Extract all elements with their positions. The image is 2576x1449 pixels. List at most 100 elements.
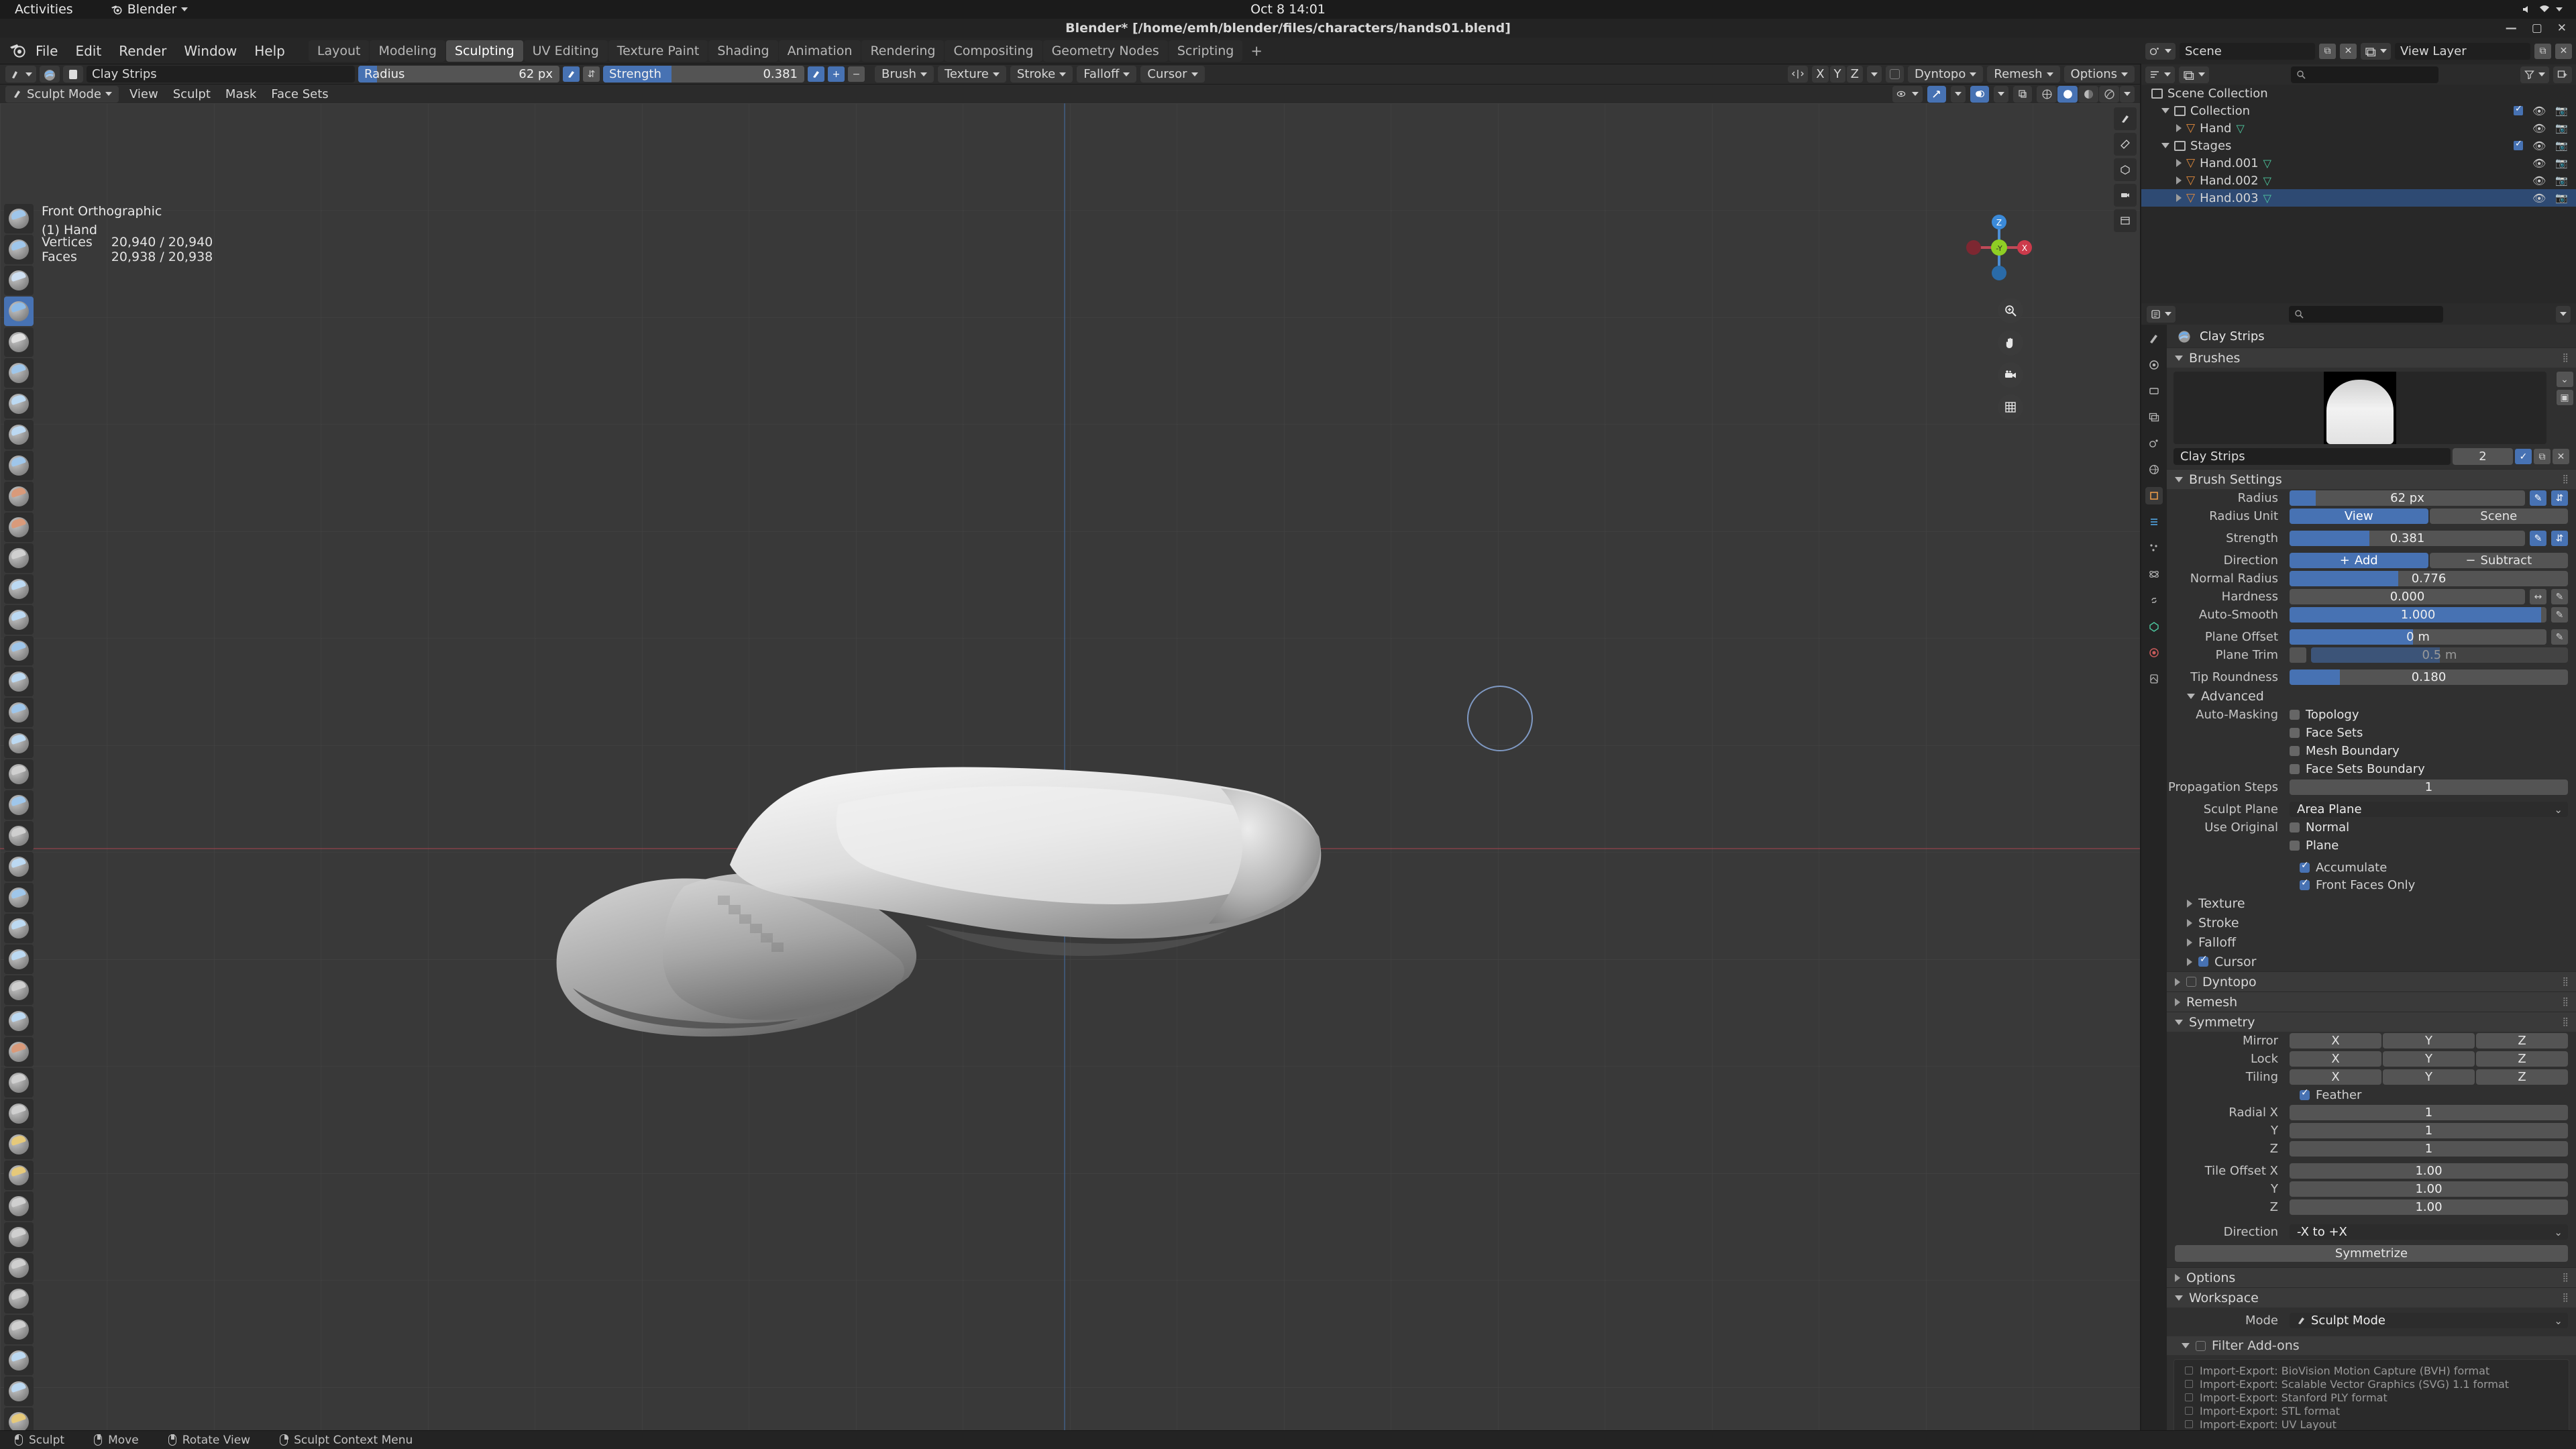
viewport-menu-sculpt[interactable]: Sculpt <box>166 85 217 103</box>
shading-mode-group[interactable] <box>2037 85 2135 103</box>
radius-pressure-icon[interactable]: ✎ <box>2530 490 2546 506</box>
disclosure-closed-icon[interactable] <box>2187 918 2192 927</box>
outliner-row[interactable]: Scene Collection <box>2141 85 2576 102</box>
properties-search-input[interactable] <box>2288 305 2443 323</box>
automask-face-sets-boundary-row[interactable]: Face Sets Boundary <box>2167 760 2576 778</box>
window-controls[interactable]: — ▢ ✕ <box>2506 21 2567 35</box>
subsection-cursor[interactable]: Cursor <box>2167 952 2576 971</box>
new-scene-icon[interactable]: ⧉ <box>2319 43 2336 59</box>
toolsettings-menu-cursor[interactable]: Cursor <box>1140 66 1205 83</box>
tab-particles[interactable] <box>2145 539 2163 557</box>
checkbox-icon[interactable] <box>2300 877 2310 890</box>
symmetry-axis-x[interactable]: X <box>1812 66 1829 83</box>
symmetry-radial-field[interactable]: 1 <box>2290 1123 2568 1138</box>
rendered-shading-button[interactable] <box>2099 85 2119 103</box>
outliner-new-collection-icon[interactable] <box>2553 66 2572 83</box>
symmetry-tiling-axis-x[interactable]: X <box>2290 1069 2381 1085</box>
checkbox-icon[interactable] <box>2290 841 2300 851</box>
outliner-display-mode[interactable] <box>2179 66 2209 83</box>
unlink-brush-icon[interactable]: ✕ <box>2553 449 2569 464</box>
gizmo-dropdown[interactable] <box>1951 85 1966 103</box>
disclosure-closed-icon[interactable] <box>2175 977 2180 986</box>
tool-scrape-brush[interactable] <box>4 574 34 604</box>
checkbox-wrap[interactable]: Plane <box>2290 839 2568 853</box>
checkbox-icon[interactable] <box>2290 728 2300 738</box>
tool-pinch-brush[interactable] <box>4 636 34 665</box>
delete-scene-icon[interactable]: ✕ <box>2340 43 2357 59</box>
symmetry-chevron[interactable] <box>1866 66 1882 83</box>
outliner-row[interactable]: Stages👁📷 <box>2141 137 2576 154</box>
panel-filter-addons-header[interactable]: Filter Add-ons <box>2167 1336 2576 1355</box>
outliner-tree[interactable]: Scene CollectionCollection👁📷▽Hand▽👁📷Stag… <box>2141 85 2576 303</box>
tab-scene[interactable] <box>2145 435 2163 452</box>
tool-clay-thumb-brush[interactable] <box>4 327 34 357</box>
subsection-stroke[interactable]: Stroke <box>2167 913 2576 932</box>
tool-draw-face-sets-brush[interactable] <box>4 1037 34 1067</box>
workspace-tab-modeling[interactable]: Modeling <box>370 40 445 62</box>
close-icon[interactable]: ✕ <box>2557 21 2567 35</box>
brush-radius_unit-option-view[interactable]: View <box>2290 508 2428 524</box>
disclosure-closed-icon[interactable] <box>2187 957 2192 966</box>
xray-toggle[interactable] <box>2013 85 2032 103</box>
symmetry-lock-row[interactable]: Lock X Y Z <box>2167 1050 2576 1068</box>
symmetry-tileoffset-field[interactable]: 1.00 <box>2290 1181 2568 1197</box>
panel-options-header[interactable]: Options ⣿ <box>2167 1267 2576 1287</box>
viewport-nav-buttons[interactable] <box>1998 298 2023 420</box>
annotate-icon[interactable] <box>2114 107 2137 130</box>
outliner-row-icons[interactable]: 👁📷 <box>2532 122 2576 135</box>
brush-hardness-row[interactable]: Hardness 0.000 ↔ ✎ <box>2167 588 2576 606</box>
camera-render-icon[interactable]: 📷 <box>2555 105 2568 117</box>
symmetry-tiling-axis-y[interactable]: Y <box>2383 1069 2475 1085</box>
symmetry-tileoffset-y-row[interactable]: Y 1.00 <box>2167 1180 2576 1198</box>
workspace-tabs[interactable]: Layout Modeling Sculpting UV Editing Texture… <box>308 40 1270 62</box>
tab-object-data[interactable] <box>2145 618 2163 635</box>
brush-normal_radius-slider[interactable]: 0.776 <box>2290 571 2568 586</box>
checkbox-icon[interactable] <box>2300 1087 2310 1100</box>
tab-tool[interactable] <box>2145 330 2163 347</box>
overlays-toggle[interactable] <box>1970 85 1989 103</box>
addon-row[interactable]: Import-Export: BioVision Motion Capture … <box>2174 1364 2569 1377</box>
brush-plane_trim-row[interactable]: Plane Trim 0.5 m <box>2167 646 2576 664</box>
panel-workspace-header[interactable]: Workspace ⣿ <box>2167 1287 2576 1307</box>
tool-slide-relax-brush[interactable] <box>4 883 34 912</box>
blender-logo-icon[interactable] <box>9 42 27 60</box>
tool-fill-brush[interactable] <box>4 543 34 573</box>
tool-box-hide-tool[interactable] <box>4 1222 34 1252</box>
brush-users-count[interactable]: 2 <box>2453 448 2513 465</box>
subsection-falloff[interactable]: Falloff <box>2167 932 2576 952</box>
addon-checkbox-icon[interactable] <box>2185 1420 2193 1428</box>
front-faces-only-row[interactable]: Front Faces Only <box>2167 876 2576 894</box>
hand-mesh-object[interactable] <box>550 764 1328 1053</box>
zoom-icon[interactable] <box>1998 298 2023 323</box>
brush-direction-row[interactable]: Direction + Add − Subtract <box>2167 551 2576 570</box>
topbar-menus[interactable]: File Edit Render Window Help <box>27 42 294 60</box>
workspace-tab-uv-editing[interactable]: UV Editing <box>523 40 608 62</box>
symmetry-mirror-axes[interactable]: XYZ <box>2290 1033 2568 1049</box>
collapsed-panels[interactable]: Dyntopo ⣿ Remesh ⣿ <box>2167 971 2576 1012</box>
active-brush-row[interactable]: Clay Strips <box>2167 325 2576 347</box>
tool-draw-sharp-brush[interactable] <box>4 235 34 264</box>
symmetry-radial-radial-x-row[interactable]: Radial X 1 <box>2167 1104 2576 1122</box>
disclosure-closed-icon[interactable] <box>2176 159 2182 167</box>
workspace-mode-row[interactable]: Mode Sculpt Mode ⌄ <box>2167 1311 2576 1330</box>
toolsettings-menu-stroke[interactable]: Stroke <box>1010 66 1073 83</box>
minimize-icon[interactable]: — <box>2506 21 2517 35</box>
add-primitive-icon[interactable] <box>2114 158 2137 181</box>
tool-multires-displacement-eraser[interactable] <box>4 1068 34 1097</box>
viewport-menu-mask[interactable]: Mask <box>219 85 263 103</box>
eye-icon[interactable]: 👁 <box>2532 174 2546 187</box>
menu-render[interactable]: Render <box>110 42 175 60</box>
tool-thumb-brush[interactable] <box>4 759 34 789</box>
workspace-tab-animation[interactable]: Animation <box>778 40 861 62</box>
symmetry-radial-z-row[interactable]: Z1 <box>2167 1140 2576 1158</box>
symmetry-tiling-axes[interactable]: XYZ <box>2290 1069 2568 1085</box>
brush-auto_smooth-slider[interactable]: 1.000 <box>2290 607 2546 623</box>
eye-icon[interactable]: 👁 <box>2532 140 2546 152</box>
wireframe-shading-button[interactable] <box>2037 85 2057 103</box>
outliner-row-icons[interactable]: 👁📷 <box>2514 104 2576 117</box>
checkbox-wrap[interactable]: Topology <box>2290 708 2568 722</box>
outliner-row[interactable]: ▽ Hand.003 ▽ 👁 📷 <box>2141 189 2576 207</box>
tool-box-trim-tool[interactable] <box>4 1284 34 1313</box>
addon-row[interactable]: Import-Export: UV Layout <box>2174 1417 2569 1430</box>
remesh-menu[interactable]: Remesh <box>1987 66 2060 83</box>
